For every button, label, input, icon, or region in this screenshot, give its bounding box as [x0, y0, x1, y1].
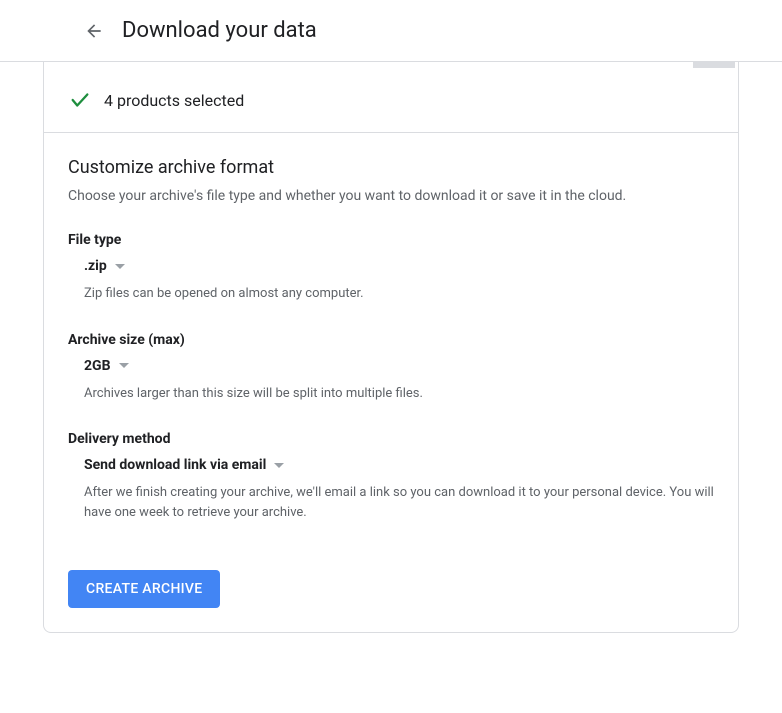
main-card: 4 products selected Customize archive fo…: [43, 62, 739, 633]
customize-section: Customize archive format Choose your arc…: [44, 133, 738, 632]
delivery-method-group: Delivery method Send download link via e…: [68, 431, 714, 522]
file-type-help: Zip files can be opened on almost any co…: [68, 284, 714, 304]
products-selected-row[interactable]: 4 products selected: [44, 68, 738, 133]
chevron-down-icon: [115, 264, 125, 269]
file-type-label: File type: [68, 232, 714, 248]
file-type-value: .zip: [84, 258, 107, 274]
archive-size-value: 2GB: [84, 358, 111, 374]
archive-size-label: Archive size (max): [68, 332, 714, 348]
archive-size-dropdown[interactable]: 2GB: [68, 358, 714, 374]
file-type-group: File type .zip Zip files can be opened o…: [68, 232, 714, 304]
section-description: Choose your archive's file type and whet…: [68, 188, 714, 204]
products-selected-text: 4 products selected: [104, 91, 244, 110]
page-title: Download your data: [122, 18, 317, 43]
delivery-method-value: Send download link via email: [84, 457, 266, 473]
chevron-down-icon: [274, 463, 284, 468]
delivery-method-dropdown[interactable]: Send download link via email: [68, 457, 714, 473]
back-arrow-icon[interactable]: [82, 19, 106, 43]
section-title: Customize archive format: [68, 157, 714, 178]
delivery-method-help: After we finish creating your archive, w…: [68, 483, 714, 522]
create-archive-button[interactable]: CREATE ARCHIVE: [68, 570, 220, 608]
archive-size-help: Archives larger than this size will be s…: [68, 384, 714, 404]
check-icon: [68, 88, 92, 112]
delivery-method-label: Delivery method: [68, 431, 714, 447]
header-bar: Download your data: [0, 0, 782, 62]
archive-size-group: Archive size (max) 2GB Archives larger t…: [68, 332, 714, 404]
file-type-dropdown[interactable]: .zip: [68, 258, 714, 274]
chevron-down-icon: [119, 363, 129, 368]
